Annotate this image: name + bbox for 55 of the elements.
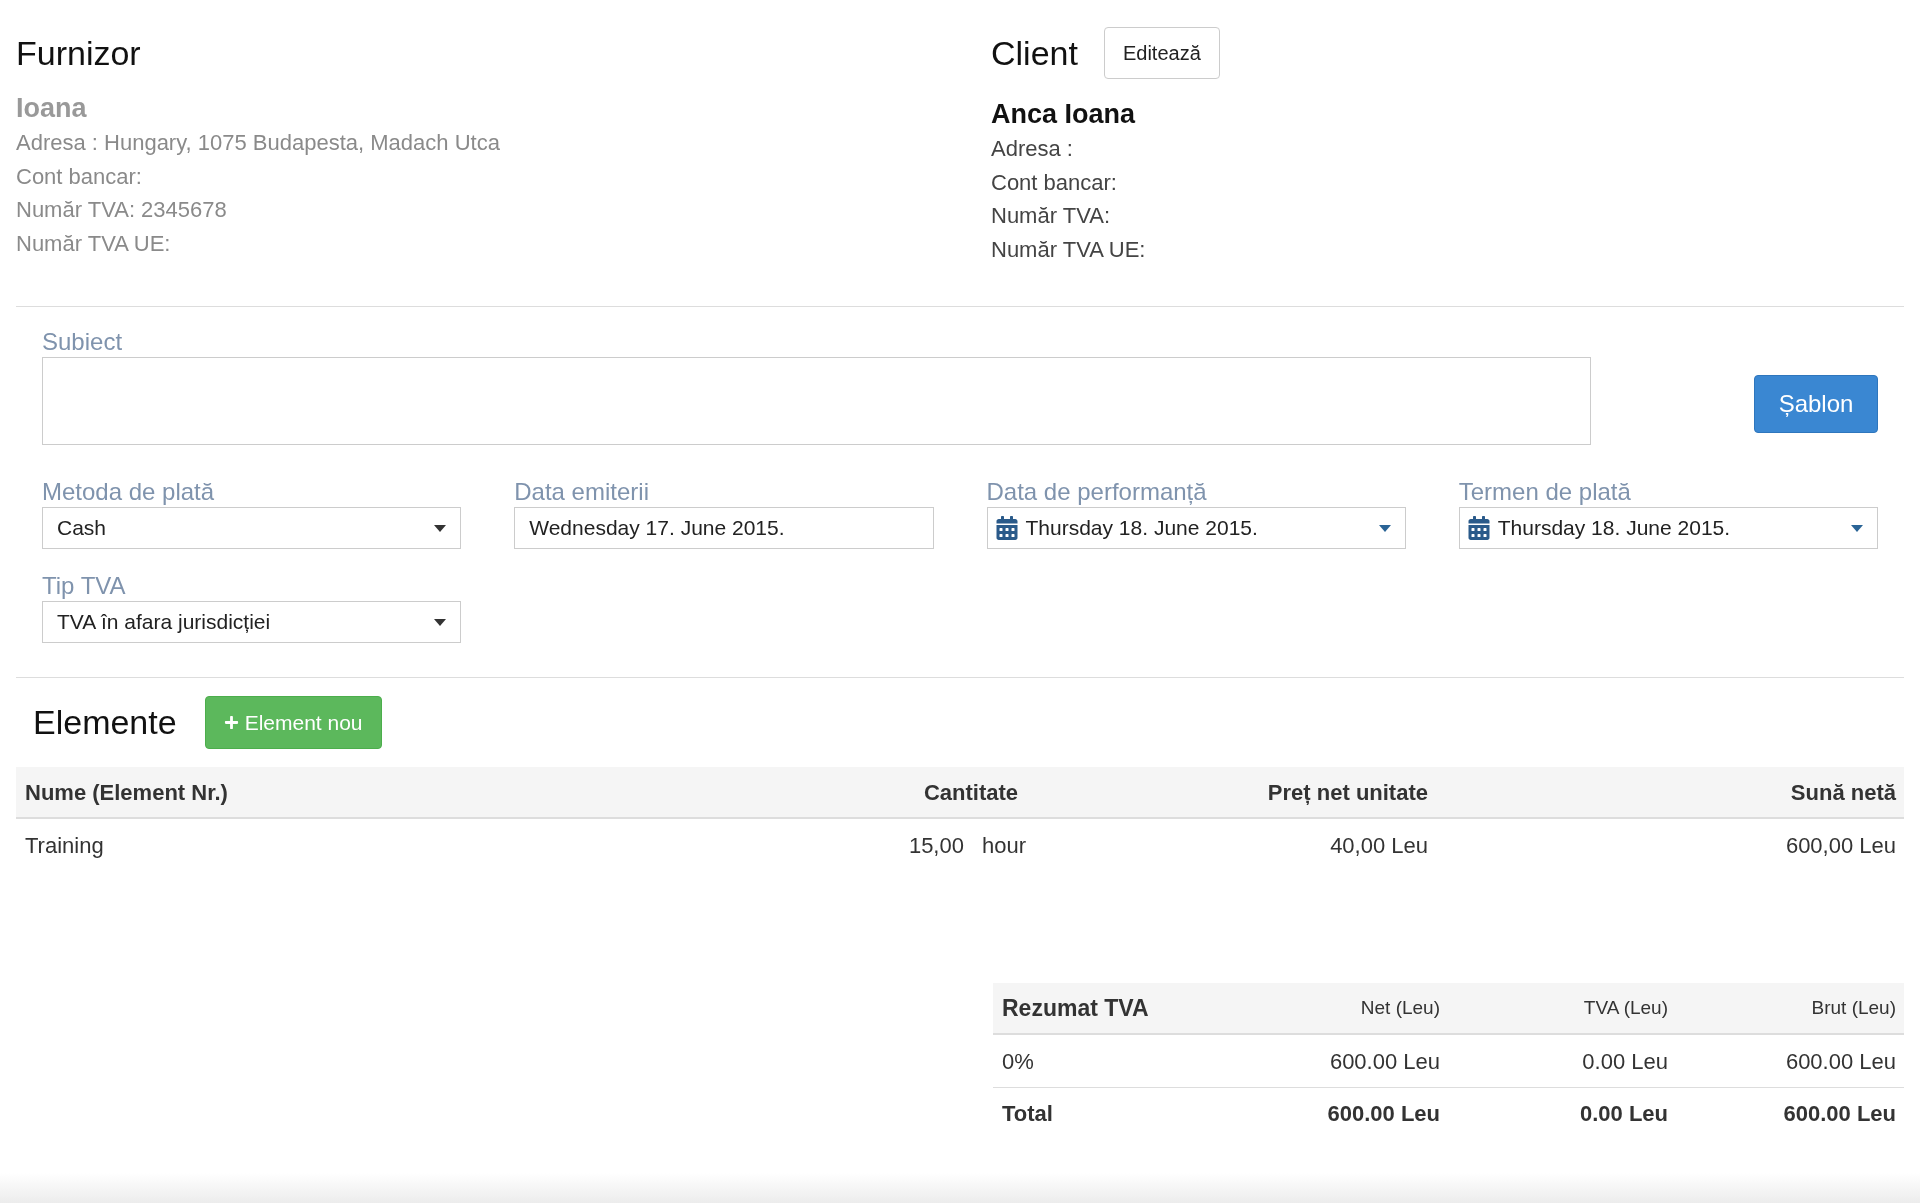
table-cell-text: hour [981, 831, 1026, 860]
column-header: Cantitate [922, 778, 1019, 807]
field-label: Subiect [42, 327, 124, 357]
column-header: Rezumat TVA [1001, 993, 1150, 1023]
column-header: Net (Leu) [1359, 995, 1441, 1020]
field-label: Metoda de plată [42, 477, 216, 507]
edit-button[interactable]: Editează [1103, 27, 1220, 79]
section-title: Furnizor [16, 32, 141, 74]
section-title: Client [991, 32, 1078, 74]
select-field[interactable]: Cash [42, 507, 462, 549]
table-cell-text: 600.00 Leu [1784, 1047, 1897, 1076]
table-cell-text: 0.00 Leu [1581, 1047, 1669, 1076]
calendar-icon [995, 516, 1018, 540]
party-detail: Adresa : Hungary, 1075 Budapesta, Madach Utca [16, 129, 501, 157]
table-cell-text: 0% [1001, 1047, 1035, 1076]
party-detail: Număr TVA UE: [991, 235, 1147, 264]
plus-icon [223, 715, 239, 730]
party-detail: Număr TVA UE: [16, 229, 172, 258]
party-detail: Cont bancar: [16, 162, 143, 191]
subject-field[interactable] [42, 357, 1591, 445]
table-cell-text: 0.00 Leu [1578, 1100, 1669, 1128]
select-field[interactable]: TVA în afara jurisdicției [42, 601, 462, 643]
party-name: Ioana [16, 92, 88, 125]
table-cell-text: 600,00 Leu [1784, 831, 1897, 860]
caret-icon [434, 618, 447, 626]
column-header: Preț net unitate [1266, 778, 1429, 807]
party-detail: Cont bancar: [991, 168, 1118, 197]
column-header: Sună netă [1789, 778, 1897, 807]
party-detail: Număr TVA: [991, 202, 1111, 230]
field-label: Data emiterii [514, 477, 650, 507]
calendar-icon [1467, 516, 1490, 540]
column-header: TVA (Leu) [1582, 995, 1669, 1020]
caret-icon [1851, 524, 1863, 532]
caret-icon [434, 524, 447, 532]
field-label: Termen de plată [1458, 477, 1632, 507]
party-detail: Adresa : [991, 135, 1074, 163]
field-label: Tip TVA [42, 571, 127, 601]
column-header: Nume (Element Nr.) [24, 778, 229, 807]
table-cell-text: Training [24, 831, 105, 860]
table-cell-text: 600.00 Leu [1782, 1100, 1897, 1128]
table-cell-text: 40,00 Leu [1329, 831, 1429, 860]
caret-icon [1378, 524, 1391, 532]
section-title: Elemente [33, 702, 177, 743]
party-name: Anca Ioana [991, 98, 1137, 131]
table-cell-text: 600.00 Leu [1328, 1047, 1441, 1076]
field-label: Data de performanță [986, 477, 1208, 507]
date-field[interactable]: Thursday 18. June 2015. [986, 507, 1406, 549]
table-cell-text: 15,00 [908, 831, 964, 860]
date-field[interactable]: Thursday 18. June 2015. [1458, 507, 1878, 549]
input-field[interactable]: Wednesday 17. June 2015. [514, 507, 934, 549]
table-cell-text: 600.00 Leu [1326, 1100, 1441, 1128]
table-cell-text: Total [1001, 1100, 1054, 1128]
column-header: Brut (Leu) [1810, 995, 1897, 1020]
party-detail: Număr TVA: 2345678 [16, 196, 228, 224]
template-button[interactable]: Șablon [1754, 375, 1878, 433]
